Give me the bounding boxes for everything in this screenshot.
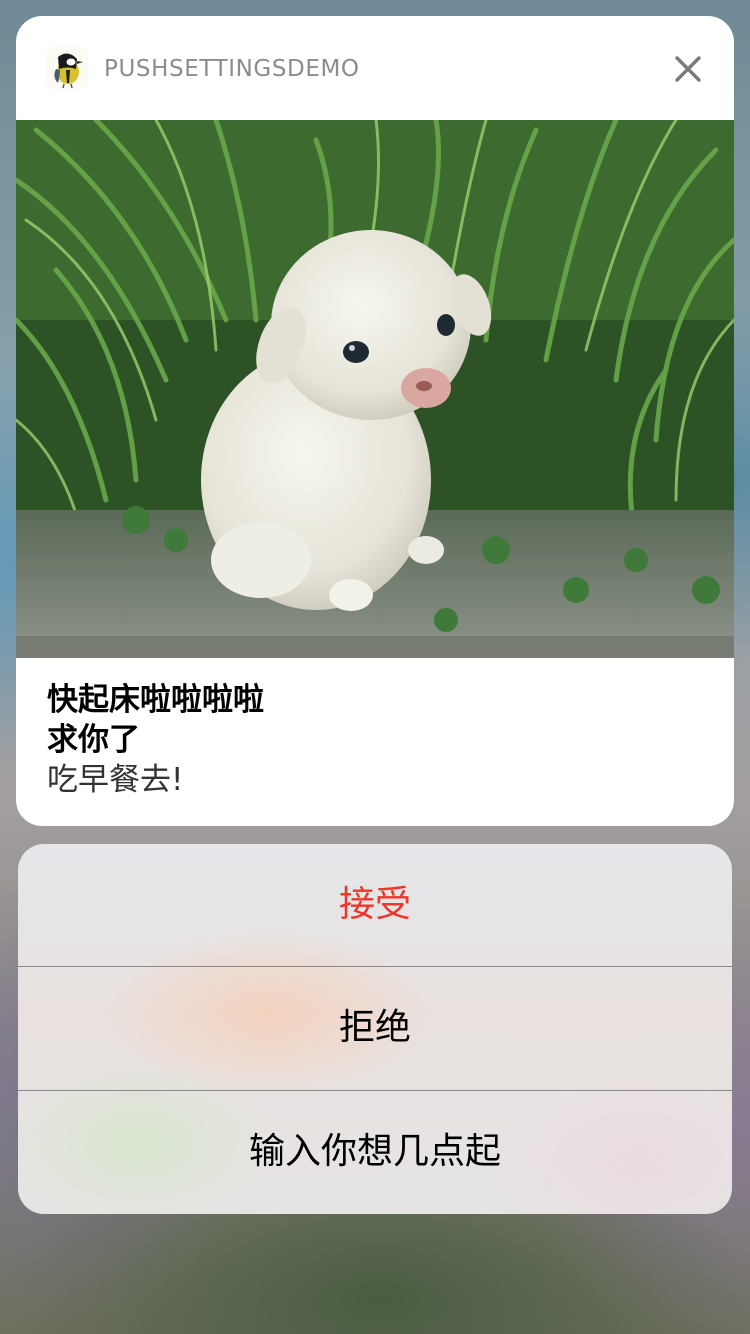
notification-body: 快起床啦啦啦啦 求你了 吃早餐去! (47, 680, 707, 800)
text-input-action-button[interactable]: 输入你想几点起 (18, 1091, 732, 1213)
reject-action-button[interactable]: 拒绝 (18, 967, 732, 1089)
notification-image-attachment (16, 120, 734, 658)
app-name: PUSHSETTINGSDEMO (104, 56, 360, 82)
notification-card[interactable]: PUSHSETTINGSDEMO 快起床啦啦啦啦 求你了 吃早餐去! (16, 16, 734, 826)
notification-actions-panel: 接受 拒绝 输入你想几点起 (18, 844, 732, 1214)
accept-action-button[interactable]: 接受 (18, 844, 732, 966)
bird-icon (46, 47, 88, 89)
notification-subtitle: 求你了 (47, 722, 140, 758)
notification-title: 快起床啦啦啦啦 (47, 682, 264, 718)
notification-header: PUSHSETTINGSDEMO (16, 16, 734, 120)
reject-action-label: 拒绝 (338, 1007, 411, 1048)
notification-message: 吃早餐去! (47, 762, 184, 798)
text-input-action-label: 输入你想几点起 (248, 1131, 501, 1172)
close-icon[interactable] (668, 49, 708, 89)
lock-screen-background: PUSHSETTINGSDEMO 快起床啦啦啦啦 求你了 吃早餐去! 接受 拒绝… (0, 0, 750, 1334)
accept-action-label: 接受 (338, 884, 411, 925)
